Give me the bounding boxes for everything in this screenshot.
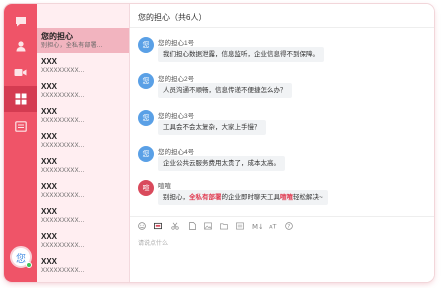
message-sender: 您的担心1号: [158, 40, 195, 47]
list-item-preview: XXXXXXXXX...: [41, 118, 85, 124]
message-bubble: 我们担心数据泄露，信息监听，企业信息得不到保障。: [158, 47, 324, 62]
message-bubble: 企业公共云服务费用太贵了，成本太高。: [158, 156, 285, 171]
message-text: 别担心，: [163, 194, 189, 201]
highlight-text: 全私有部署: [189, 194, 222, 201]
list-item-preview: XXXXXXXXX...: [41, 93, 85, 99]
highlight-text: 喧喧: [280, 194, 293, 201]
conversation-list: 您的担心 别担心，全私有部署... XXX XXXXXXXXX... XXX X…: [37, 4, 130, 282]
list-item[interactable]: XXX XXXXXXXXX...: [37, 78, 129, 103]
svg-text:ᴀT: ᴀT: [269, 224, 277, 230]
notes-icon[interactable]: [4, 115, 37, 137]
message-sender: 您的担心3号: [158, 113, 195, 120]
emoji-icon[interactable]: [138, 222, 146, 230]
message-input[interactable]: 请说点什么: [130, 234, 434, 282]
message-bubble: 别担心，全私有部署的企业即时聊天工具喧喧轻松解决~: [158, 190, 328, 205]
list-item[interactable]: XXX XXXXXXXXX...: [37, 53, 129, 78]
contacts-icon[interactable]: [4, 35, 37, 57]
list-item-preview: XXXXXXXXX...: [41, 143, 85, 149]
video-icon[interactable]: [4, 61, 37, 83]
svg-text:M↓: M↓: [252, 223, 262, 230]
list-item-name: XXX: [41, 132, 58, 141]
avatar[interactable]: 您: [138, 37, 154, 53]
list-item-name: XXX: [41, 57, 58, 66]
chat-icon[interactable]: [4, 10, 37, 32]
list-item-name: XXX: [41, 232, 58, 241]
composer-toolbar: M↓ ᴀT ?: [130, 216, 434, 236]
message-sender: 您的担心2号: [158, 76, 195, 83]
markdown-icon[interactable]: M↓: [252, 222, 262, 230]
list-item[interactable]: XXX XXXXXXXXX...: [37, 153, 129, 178]
list-item[interactable]: XXX XXXXXXXXX...: [37, 203, 129, 228]
chat-panel: 您的担心（共6人） 您 您的担心1号 我们担心数据泄露，信息监听，企业信息得不到…: [130, 4, 434, 282]
file-icon[interactable]: [188, 222, 196, 230]
list-item[interactable]: XXX XXXXXXXXX...: [37, 178, 129, 203]
list-item[interactable]: 您的担心 别担心，全私有部署...: [37, 28, 129, 53]
list-item-name: XXX: [41, 107, 58, 116]
svg-text:?: ?: [288, 224, 291, 230]
message-bubble: 人员沟通不顺畅，信息传递不便捷怎么办？: [158, 83, 292, 98]
message-sender: 喧喧: [158, 183, 171, 190]
avatar[interactable]: 您: [138, 146, 154, 162]
list-item-preview: XXXXXXXXX...: [41, 68, 85, 74]
list-item[interactable]: XXX XXXXXXXXX...: [37, 128, 129, 153]
list-item-preview: XXXXXXXXX...: [41, 268, 85, 274]
image-icon[interactable]: [204, 222, 212, 230]
screenshot-icon[interactable]: [154, 222, 162, 230]
list-item-preview: XXXXXXXXX...: [41, 218, 85, 224]
online-status-dot: [26, 262, 32, 268]
apps-icon[interactable]: [4, 86, 37, 112]
list-item-name: XXX: [41, 82, 58, 91]
app-window: 您 您的担心 别担心，全私有部署... XXX XXXXXXXXX... XXX…: [4, 4, 434, 282]
message-sender: 您的担心4号: [158, 149, 195, 156]
help-icon[interactable]: ?: [285, 222, 293, 230]
avatar[interactable]: 喧: [138, 180, 154, 196]
message-text: 轻松解决~: [293, 194, 323, 201]
input-placeholder: 请说点什么: [138, 241, 169, 247]
list-item-name: XXX: [41, 182, 58, 191]
avatar[interactable]: 您: [138, 110, 154, 126]
list-item-name: 您的担心: [41, 32, 73, 41]
list-item-name: XXX: [41, 207, 58, 216]
list-item-name: XXX: [41, 157, 58, 166]
list-item[interactable]: XXX XXXXXXXXX...: [37, 228, 129, 253]
list-item-name: XXX: [41, 257, 58, 266]
scissors-icon[interactable]: [171, 222, 179, 230]
navigation-rail: 您: [4, 4, 37, 282]
list-item-preview: 别担心，全私有部署...: [41, 43, 103, 49]
list-item[interactable]: XXX XXXXXXXXX...: [37, 253, 129, 278]
list-item-preview: XXXXXXXXX...: [41, 193, 85, 199]
avatar[interactable]: 您: [138, 73, 154, 89]
chat-title: 您的担心（共6人）: [130, 4, 434, 28]
message-bubble: 工具会不会太复杂，大家上手慢？: [158, 120, 266, 135]
code-icon[interactable]: [236, 222, 244, 230]
list-item[interactable]: XXX XXXXXXXXX...: [37, 103, 129, 128]
list-item-preview: XXXXXXXXX...: [41, 168, 85, 174]
font-icon[interactable]: ᴀT: [269, 222, 277, 230]
folder-icon[interactable]: [220, 222, 228, 230]
list-item-preview: XXXXXXXXX...: [41, 243, 85, 249]
message-text: 的企业即时聊天工具: [221, 194, 281, 201]
